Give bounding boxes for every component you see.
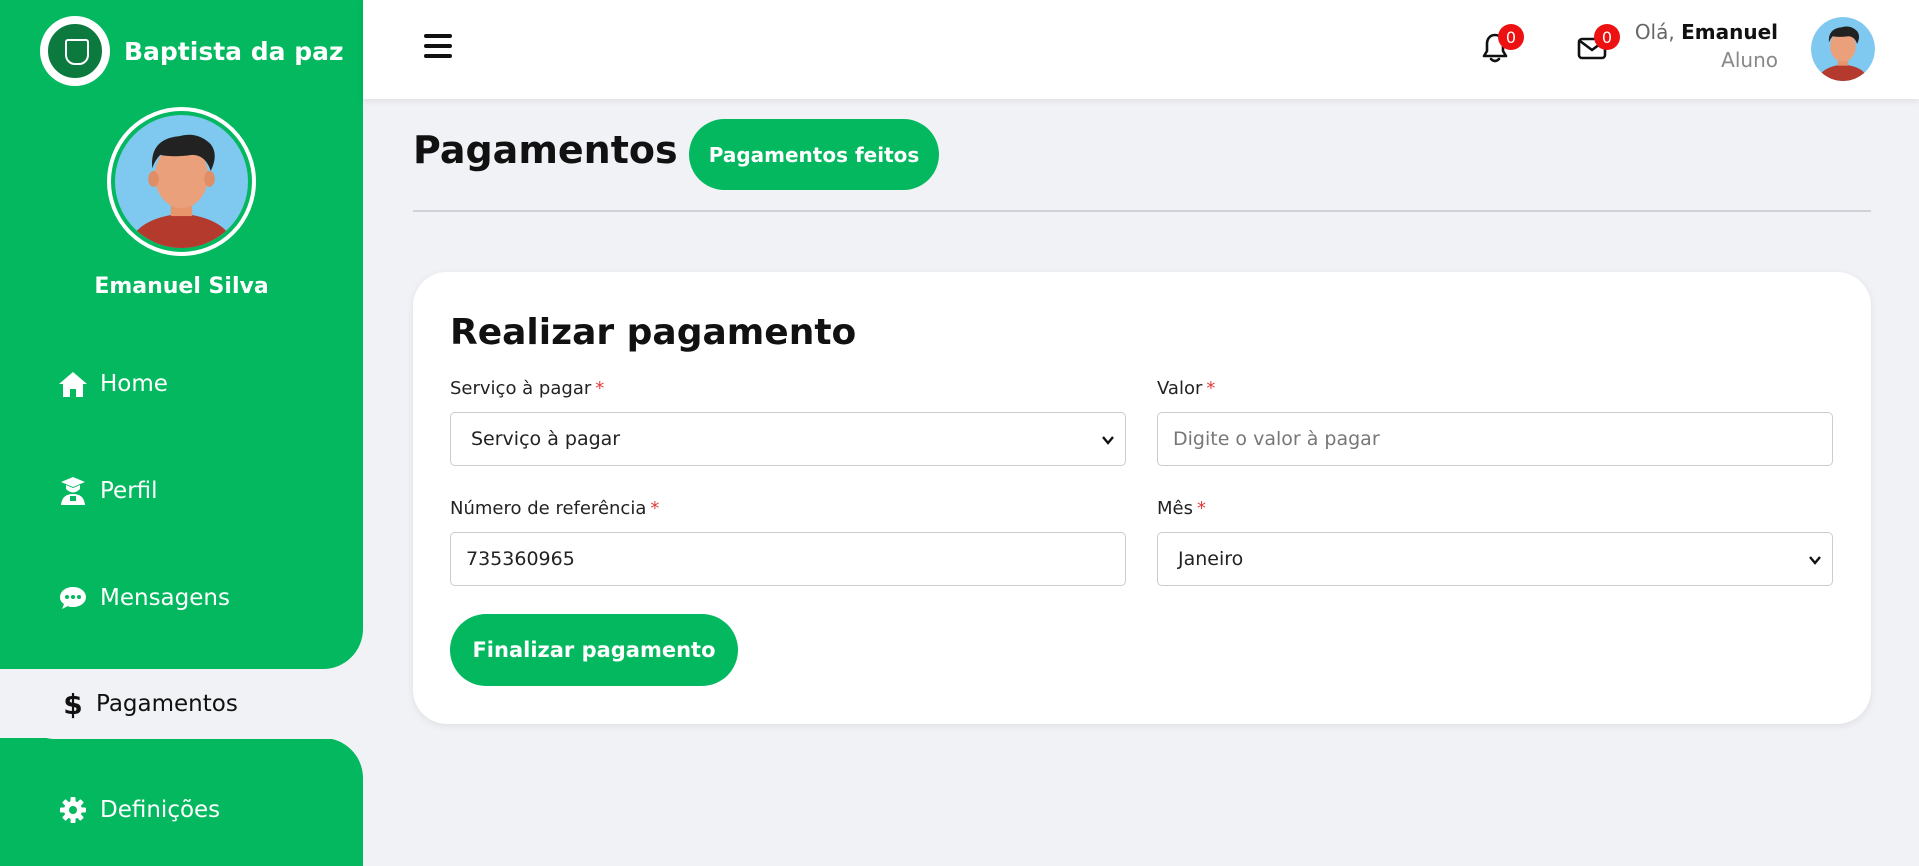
month-label: Mês * [1157, 498, 1206, 519]
service-select[interactable]: Serviço à pagar [450, 412, 1126, 466]
home-icon [58, 369, 88, 399]
sidebar-item-home[interactable]: Home [58, 364, 168, 404]
month-label-text: Mês [1157, 498, 1193, 519]
value-label-text: Valor [1157, 378, 1203, 399]
reference-label: Número de referência * [450, 498, 659, 519]
profile-name: Emanuel Silva [94, 274, 269, 299]
header-avatar[interactable] [1811, 17, 1875, 81]
avatar-illustration [1811, 17, 1875, 81]
payment-form-card: Realizar pagamento Serviço à pagar * Serv… [413, 272, 1871, 724]
chevron-down-icon [1102, 436, 1114, 445]
service-select-value: Serviço à pagar [471, 428, 621, 450]
chevron-down-icon [1809, 556, 1821, 565]
sidebar: Baptista da paz Emanuel Silva Home Perfi… [0, 0, 363, 866]
brand-name: Baptista da paz [124, 36, 344, 66]
school-logo [40, 16, 110, 86]
sidebar-item-label: Home [100, 371, 168, 397]
messages-badge: 0 [1594, 24, 1620, 50]
service-label: Serviço à pagar * [450, 378, 604, 399]
reference-label-text: Número de referência [450, 498, 647, 519]
finish-payment-button[interactable]: Finalizar pagamento [450, 614, 738, 686]
sidebar-item-label: Mensagens [100, 585, 230, 611]
sidebar-panel-top [0, 0, 363, 669]
sidebar-item-label: Definições [100, 797, 221, 823]
month-select[interactable]: Janeiro [1157, 532, 1833, 586]
user-first-name: Emanuel [1681, 20, 1778, 44]
sidebar-item-pagamentos[interactable]: $ Pagamentos [20, 669, 363, 739]
notifications-badge: 0 [1498, 24, 1524, 50]
divider [413, 210, 1871, 212]
required-mark: * [650, 498, 660, 519]
value-input-placeholder: Digite o valor à pagar [1173, 428, 1380, 450]
greeting-prefix: Olá, [1634, 20, 1675, 44]
required-mark: * [1206, 378, 1216, 399]
sidebar-item-perfil[interactable]: Perfil [58, 471, 158, 511]
avatar-illustration [115, 115, 248, 248]
messages-button[interactable]: 0 [1576, 24, 1620, 66]
required-mark: * [1196, 498, 1206, 519]
reference-input[interactable]: 735360965 [450, 532, 1126, 586]
sidebar-item-mensagens[interactable]: Mensagens [58, 578, 230, 618]
sidebar-item-definicoes[interactable]: Definições [58, 790, 220, 830]
required-mark: * [595, 378, 605, 399]
gear-icon [58, 795, 88, 825]
profile-avatar [107, 107, 256, 256]
graduate-icon [58, 476, 88, 506]
sidebar-item-label: Pagamentos [96, 691, 238, 717]
value-label: Valor * [1157, 378, 1215, 399]
brand[interactable]: Baptista da paz [40, 16, 344, 86]
notifications-button[interactable]: 0 [1480, 24, 1524, 66]
value-input[interactable]: Digite o valor à pagar [1157, 412, 1833, 466]
service-label-text: Serviço à pagar [450, 378, 592, 399]
form-title: Realizar pagamento [450, 312, 857, 353]
reference-input-value: 735360965 [466, 548, 575, 570]
menu-toggle-button[interactable] [424, 34, 452, 60]
month-select-value: Janeiro [1178, 548, 1244, 570]
payments-made-button[interactable]: Pagamentos feitos [689, 119, 939, 190]
dollar-icon: $ [63, 687, 83, 721]
top-header: 0 0 Olá, Emanuel Aluno [363, 0, 1919, 99]
page-title: Pagamentos [413, 128, 678, 172]
user-role: Aluno [1721, 48, 1778, 72]
sidebar-item-label: Perfil [100, 478, 158, 504]
chat-icon [58, 583, 88, 613]
user-greeting: Olá, Emanuel Aluno [1635, 20, 1778, 72]
